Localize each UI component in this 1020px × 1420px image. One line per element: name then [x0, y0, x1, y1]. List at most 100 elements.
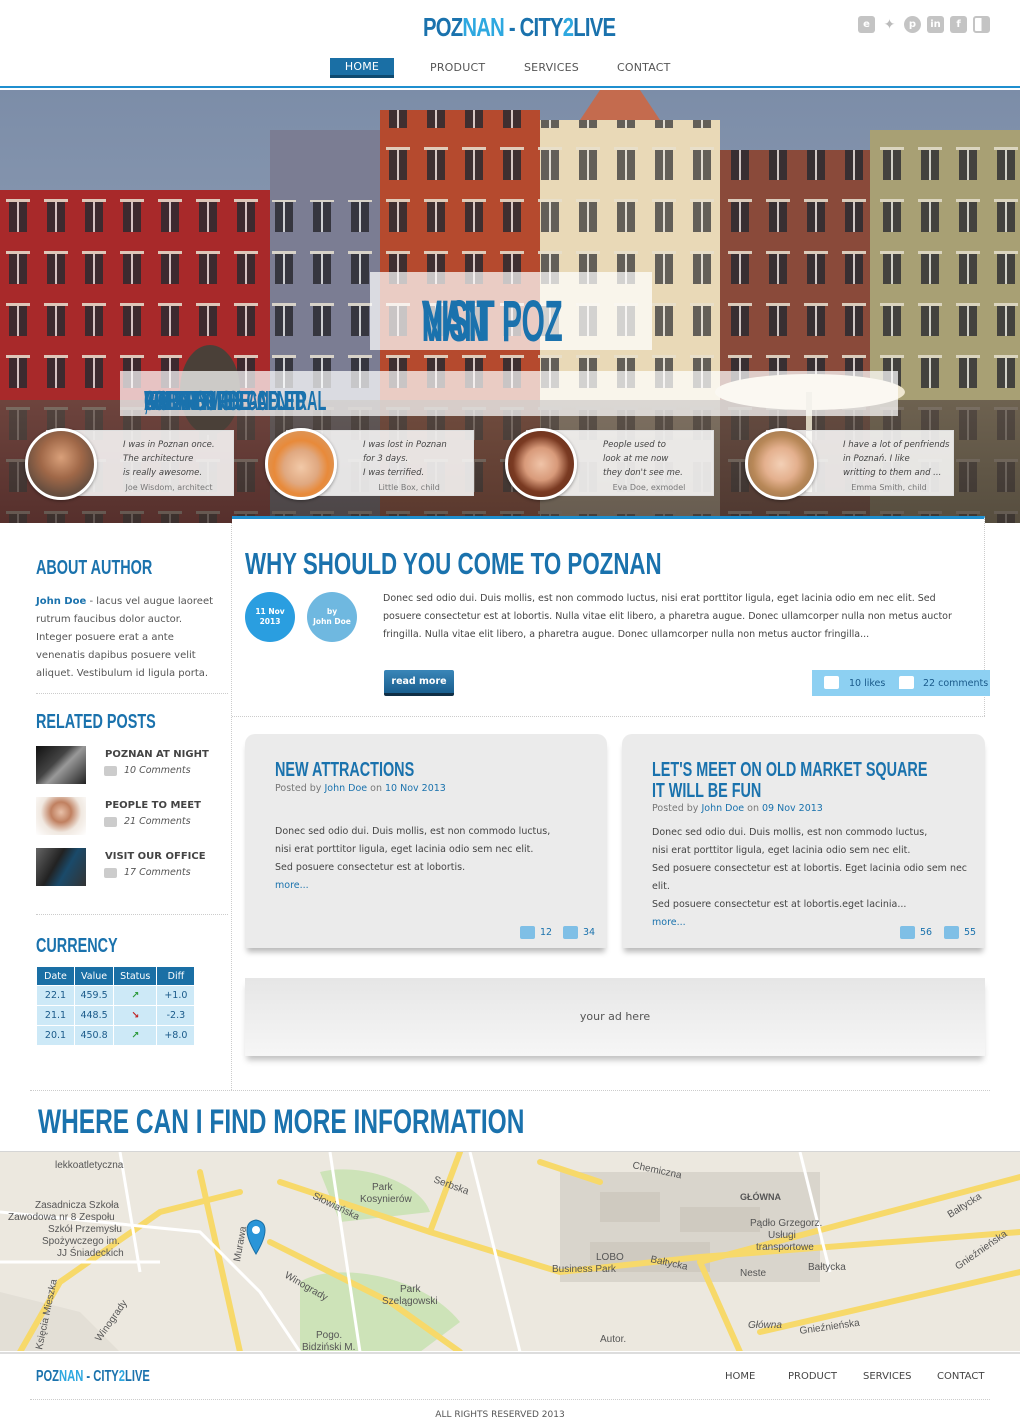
post-author[interactable]: John Doe [324, 783, 367, 794]
avatar [505, 428, 577, 500]
map-label: Szelągowski [382, 1296, 438, 1307]
logo-text: - CITY [503, 12, 564, 42]
date-year: 2013 [259, 617, 281, 626]
map-label: transportowe [756, 1242, 814, 1253]
post-card: NEW ATTRACTIONS Posted by John Doe on 10… [245, 734, 607, 948]
related-post-title[interactable]: POZNAN AT NIGHT [105, 749, 209, 760]
about-author-text: John Doe - lacus vel augue laoreet rutru… [36, 593, 216, 683]
map-label: Bałtycka [808, 1262, 846, 1273]
post-date[interactable]: 10 Nov 2013 [385, 783, 446, 794]
social-links: e ✦ p in f [858, 16, 990, 33]
more-link[interactable]: more... [275, 880, 309, 891]
site-logo[interactable]: POZNAN - CITY2LIVE [423, 12, 616, 43]
divider [30, 1090, 990, 1091]
post-title[interactable]: LET'S MEET ON OLD MARKET SQUARE IT WILL … [652, 760, 927, 802]
post-date[interactable]: 09 Nov 2013 [762, 803, 823, 814]
logo-text: POZ [423, 12, 463, 42]
footer-nav-product[interactable]: PRODUCT [788, 1371, 837, 1382]
post-card: LET'S MEET ON OLD MARKET SQUARE IT WILL … [622, 734, 985, 948]
map-label: lekkoatletyczna [55, 1160, 124, 1171]
logo-text: LIVE [573, 12, 616, 42]
comments-count[interactable]: 55 [944, 926, 976, 939]
related-post-title[interactable]: PEOPLE TO MEET [105, 800, 201, 811]
article-title: WHY SHOULD YOU COME TO POZNAN [245, 546, 662, 581]
trend-down-icon: ↘ [114, 1006, 157, 1025]
ad-banner[interactable]: your ad here [245, 978, 985, 1056]
table-row: 21.1 448.5 ↘ -2.3 [37, 1006, 195, 1025]
hero-title: VISIT POZ NAN [370, 272, 652, 354]
divider [36, 914, 228, 915]
logo-text: LIVE [124, 1368, 150, 1385]
about-author-body: - lacus vel augue laoreet rutrum faucibu… [36, 596, 214, 679]
column-header: Date [37, 967, 74, 985]
testimonial-author: Little Box, child [378, 483, 440, 492]
cell-value: 450.8 [75, 1026, 114, 1045]
map-label: Park [372, 1182, 394, 1193]
article-text: Donec sed odio dui. Duis mollis, est non… [383, 593, 952, 640]
trend-up-icon: ↗ [114, 986, 157, 1005]
testimonial-text: People used to look at me now they don't… [603, 440, 683, 478]
map-label: LOBO [596, 1252, 624, 1263]
logo-text: NAN [59, 1368, 84, 1385]
map-canvas: lekkoatletyczna Zasadnicza Szkoła Zawodo… [0, 1152, 1020, 1351]
comments-count[interactable]: 34 [563, 926, 595, 939]
trend-up-icon: ↗ [114, 1026, 157, 1045]
twitter-icon[interactable]: ✦ [881, 16, 898, 33]
facebook-icon[interactable]: f [950, 16, 967, 33]
footer-nav-contact[interactable]: CONTACT [937, 1371, 984, 1382]
cell-diff: -2.3 [157, 1006, 195, 1025]
post-body: Donec sed odio dui. Duis mollis, est non… [652, 824, 982, 932]
date-badge: 11 Nov 2013 [245, 592, 295, 642]
cell-diff: +1.0 [157, 986, 195, 1005]
site-footer: POZNAN - CITY2LIVE HOME PRODUCT SERVICES… [0, 1352, 1020, 1420]
map-label: Spożywczego im. [42, 1236, 120, 1247]
footer-logo[interactable]: POZNAN - CITY2LIVE [36, 1368, 150, 1386]
map-label: Bidziński M. [302, 1342, 355, 1351]
logo-text: POZ [36, 1368, 60, 1385]
comment-icon[interactable] [899, 676, 914, 689]
logo-text: - CITY [83, 1368, 119, 1385]
related-post[interactable]: VISIT OUR OFFICE 17 Comments [36, 848, 226, 886]
evernote-icon[interactable]: e [858, 16, 875, 33]
linkedin-icon[interactable]: in [927, 16, 944, 33]
post-text: Donec sed odio dui. Duis mollis, est non… [652, 827, 968, 910]
on-label: on [367, 783, 385, 794]
testimonial-author: Emma Smith, child [851, 483, 927, 492]
more-link[interactable]: more... [652, 917, 686, 928]
author-name[interactable]: John Doe [36, 596, 86, 607]
related-post-title[interactable]: VISIT OUR OFFICE [105, 851, 206, 862]
nav-services[interactable]: SERVICES [524, 58, 612, 78]
pinterest-icon[interactable]: p [904, 16, 921, 33]
footer-nav-home[interactable]: HOME [725, 1371, 755, 1382]
hero-title-text: NAN [421, 289, 486, 354]
avatar [745, 428, 817, 500]
author-name[interactable]: John Doe [313, 617, 351, 626]
map-label: Neste [740, 1268, 767, 1279]
nav-contact[interactable]: CONTACT [612, 58, 682, 78]
location-map[interactable]: lekkoatletyczna Zasadnicza Szkoła Zawodo… [0, 1151, 1020, 1351]
post-text: Donec sed odio dui. Duis mollis, est non… [275, 826, 551, 873]
post-title[interactable]: NEW ATTRACTIONS [275, 760, 414, 781]
related-post[interactable]: POZNAN AT NIGHT 10 Comments [36, 746, 226, 784]
testimonial-card: I was lost in Poznan for 3 days. I was t… [265, 428, 474, 500]
testimonial-card: I was in Poznan once. The architecture i… [25, 428, 234, 500]
post-meta: Posted by John Doe on 10 Nov 2013 [275, 783, 446, 794]
post-author[interactable]: John Doe [701, 803, 744, 814]
related-post[interactable]: PEOPLE TO MEET 21 Comments [36, 797, 226, 835]
likes-count[interactable]: 12 [520, 926, 552, 939]
comments-count[interactable]: 22 comments [923, 678, 988, 689]
footer-nav-services[interactable]: SERVICES [863, 1371, 912, 1382]
table-row: 22.1 459.5 ↗ +1.0 [37, 986, 195, 1005]
read-more-button[interactable]: read more [384, 670, 454, 696]
testimonial-author: Joe Wisdom, architect [125, 483, 213, 492]
article-stats: 10 likes 22 comments [812, 670, 990, 696]
thumbs-up-icon[interactable] [824, 676, 839, 689]
likes-count[interactable]: 56 [900, 926, 932, 939]
nav-home[interactable]: HOME [330, 58, 394, 78]
delicious-icon[interactable] [973, 16, 990, 33]
column-header: Value [75, 967, 114, 985]
likes-count[interactable]: 10 likes [849, 678, 885, 689]
nav-product[interactable]: PRODUCT [406, 58, 524, 78]
logo-text: NAN [462, 12, 504, 42]
map-label: Pądło Grzegorz. [750, 1218, 822, 1229]
